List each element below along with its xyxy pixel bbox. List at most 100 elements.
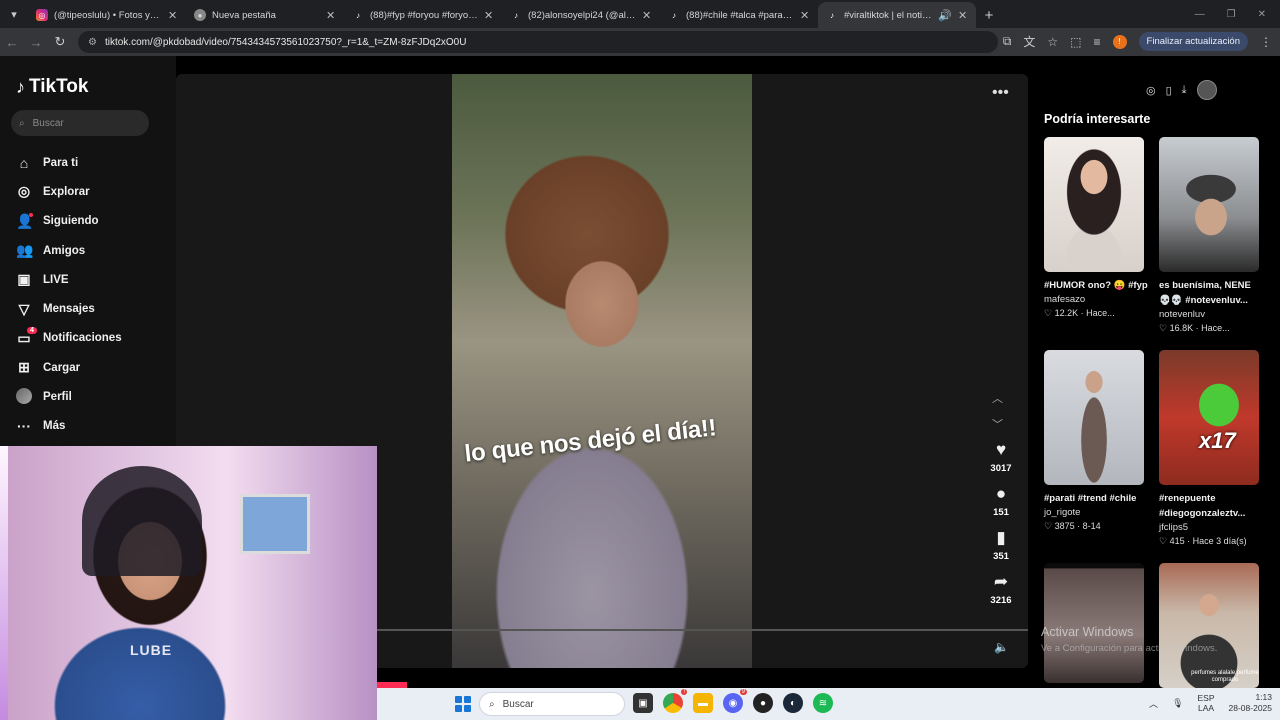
minimize-icon[interactable]: — xyxy=(1195,9,1205,20)
browser-tab[interactable]: ♪ (88)#fyp #foryou #foryoupage ✕ xyxy=(344,2,502,28)
profile-icon xyxy=(16,387,32,407)
browser-menu-icon[interactable]: ⋮ xyxy=(1260,35,1272,49)
save-count: 351 xyxy=(993,551,1009,562)
taskbar-search[interactable]: ⌕ Buscar xyxy=(479,692,625,716)
recommendations-title: Podría interesarte xyxy=(1044,112,1151,126)
maximize-icon[interactable]: ❐ xyxy=(1227,9,1236,20)
system-clock[interactable]: 1:13 28-08-2025 xyxy=(1229,692,1272,714)
speaker-icon[interactable]: 🔊 xyxy=(938,9,952,22)
windows-start-icon[interactable] xyxy=(455,696,471,712)
save-button[interactable]: ▮ 351 xyxy=(980,528,1022,572)
download-icon[interactable]: ⤓ xyxy=(1182,84,1187,97)
chrome-icon[interactable]: ! xyxy=(663,689,687,713)
activate-windows-title: Activar Windows xyxy=(1041,625,1134,639)
forward-icon[interactable]: → xyxy=(24,35,48,50)
device-icon[interactable]: ▯ xyxy=(1166,84,1172,97)
recommendation-card[interactable]: perfumes alalale perfume comprado xyxy=(1159,563,1263,688)
tab-title: (88)#chile #talca #parati | chile xyxy=(686,9,794,21)
tiktok-logo[interactable]: ♪ TikTok xyxy=(16,76,88,98)
close-tab-icon[interactable]: ✕ xyxy=(484,9,494,22)
recommendation-card[interactable]: es buenísima, NENE 💀💀 #notevenluv... not… xyxy=(1159,137,1263,334)
sidebar-item-live[interactable]: ▣ LIVE xyxy=(16,265,122,294)
sidebar-item-label: Notificaciones xyxy=(43,332,122,345)
compass-icon[interactable]: ◎ xyxy=(1146,84,1156,97)
user-avatar[interactable] xyxy=(1196,80,1217,100)
close-window-icon[interactable]: ✕ xyxy=(1258,9,1266,20)
steam-icon[interactable]: ◐ xyxy=(783,693,803,713)
video-thumbnail[interactable] xyxy=(1044,563,1144,683)
site-info-icon[interactable]: ⚙ xyxy=(88,37,97,48)
sidebar-item-mensajes[interactable]: ▽ Mensajes xyxy=(16,294,122,323)
recommendation-card[interactable]: #parati #trend #chile jo_rigote ♡ 3875 ·… xyxy=(1044,350,1148,532)
back-icon[interactable]: ← xyxy=(0,35,24,50)
notification-badge: 9 xyxy=(739,689,747,695)
card-user[interactable]: mafesazo xyxy=(1044,294,1148,305)
sidebar-item-explorar[interactable]: ◎ Explorar xyxy=(16,177,122,206)
like-button[interactable]: ♥ 3017 xyxy=(980,440,1022,484)
sidebar-item-siguiendo[interactable]: 👤 Siguiendo xyxy=(16,207,122,236)
tab-search-menu-icon[interactable]: ▾ xyxy=(0,0,28,28)
card-user[interactable]: jfclips5 xyxy=(1159,522,1263,533)
url-text: tiktok.com/@pkdobad/video/75434345735610… xyxy=(104,36,467,48)
close-tab-icon[interactable]: ✕ xyxy=(642,9,652,22)
file-explorer-icon[interactable]: ▬ xyxy=(693,693,713,713)
url-field[interactable]: ⚙ tiktok.com/@pkdobad/video/754343457356… xyxy=(78,31,998,53)
video-frame[interactable]: lo que nos dejó el día!! xyxy=(452,74,752,668)
tiktok-icon: ♪ xyxy=(672,10,676,20)
close-tab-icon[interactable]: ✕ xyxy=(958,9,968,22)
browser-tab[interactable]: ♪ (88)#chile #talca #parati | chile ✕ xyxy=(660,2,818,28)
video-thumbnail[interactable] xyxy=(1044,350,1144,485)
sidebar-item-mas[interactable]: ··· Más xyxy=(16,412,122,441)
language-indicator[interactable]: ESP LAA xyxy=(1198,693,1215,713)
more-options-icon[interactable]: ••• xyxy=(992,84,1009,102)
spotify-icon[interactable]: ≋ xyxy=(813,693,833,713)
browser-tab[interactable]: ♪ (82)alonsoyelpi24 (@alonsoyelpi ✕ xyxy=(502,2,660,28)
thumbnail-text: perfumes alalale perfume comprado xyxy=(1191,670,1259,683)
sidebar-item-perfil[interactable]: Perfil xyxy=(16,382,122,411)
browser-tab[interactable]: ● Nueva pestaña ✕ xyxy=(186,2,344,28)
recommendation-card[interactable]: #HUMOR ono? 😛 #fyp mafesazo ♡ 12.2K · Ha… xyxy=(1044,137,1148,319)
card-user[interactable]: notevenluv xyxy=(1159,309,1263,320)
reload-icon[interactable]: ↻ xyxy=(48,34,72,50)
task-view-icon[interactable]: ▣ xyxy=(633,693,653,713)
card-user[interactable]: jo_rigote xyxy=(1044,507,1148,518)
new-tab-button[interactable]: + xyxy=(976,2,1002,28)
microphone-icon[interactable]: 🎙 xyxy=(1172,698,1183,709)
close-tab-icon[interactable]: ✕ xyxy=(168,9,178,22)
bookmark-star-icon[interactable]: ☆ xyxy=(1047,35,1058,49)
clock-date: 28-08-2025 xyxy=(1228,703,1272,713)
tray-chevron-icon[interactable]: ︿ xyxy=(1149,697,1158,710)
browser-tab-active[interactable]: ♪ #viraltiktok | el noticiero en 🔊 ✕ xyxy=(818,2,976,28)
logo-text: TikTok xyxy=(29,76,89,97)
close-tab-icon[interactable]: ✕ xyxy=(800,9,810,22)
extensions-icon[interactable]: ⬚ xyxy=(1070,35,1081,49)
install-app-icon[interactable]: ⧉ xyxy=(1003,34,1012,49)
recommendation-card[interactable]: x17 #renepuente #diegogonzaleztv... jfcl… xyxy=(1159,350,1263,547)
close-tab-icon[interactable]: ✕ xyxy=(326,9,336,22)
translate-icon[interactable]: 文 xyxy=(1023,33,1035,50)
card-title: es buenísima, NENE 💀💀 #notevenluv... xyxy=(1159,280,1251,306)
video-thumbnail[interactable]: x17 xyxy=(1159,350,1259,485)
profile-avatar[interactable]: ! xyxy=(1112,34,1127,49)
heart-outline-icon: ♡ xyxy=(1044,521,1053,531)
video-thumbnail[interactable]: perfumes alalale perfume comprado xyxy=(1159,563,1259,688)
search-input[interactable]: ⌕ Buscar xyxy=(11,110,149,136)
video-progress-bar[interactable] xyxy=(376,629,1028,631)
sidebar-item-notificaciones[interactable]: ▭ 4 Notificaciones xyxy=(16,324,122,353)
previous-video-icon[interactable]: ︿ xyxy=(992,386,1003,412)
volume-icon[interactable]: 🔈 xyxy=(994,640,1009,654)
video-thumbnail[interactable] xyxy=(1044,137,1144,272)
sidebar-item-amigos[interactable]: 👥 Amigos xyxy=(16,236,122,265)
browser-tab[interactable]: ◎ (@tipeoslulu) • Fotos y vídeos d ✕ xyxy=(28,2,186,28)
recommendation-card[interactable] xyxy=(1044,563,1148,683)
comment-button[interactable]: ● 151 xyxy=(980,484,1022,528)
next-video-icon[interactable]: ﹀ xyxy=(992,412,1003,438)
media-control-icon[interactable]: ≡ xyxy=(1094,35,1101,49)
sidebar-item-para-ti[interactable]: ⌂ Para ti xyxy=(16,148,122,177)
share-button[interactable]: ➦ 3216 xyxy=(980,572,1022,616)
video-thumbnail[interactable] xyxy=(1159,137,1259,272)
update-button[interactable]: Finalizar actualización xyxy=(1138,32,1248,51)
sidebar-item-cargar[interactable]: ⊞ Cargar xyxy=(16,353,122,382)
discord-icon[interactable]: ◉ 9 xyxy=(723,689,747,713)
obs-icon[interactable]: ● xyxy=(753,693,773,713)
